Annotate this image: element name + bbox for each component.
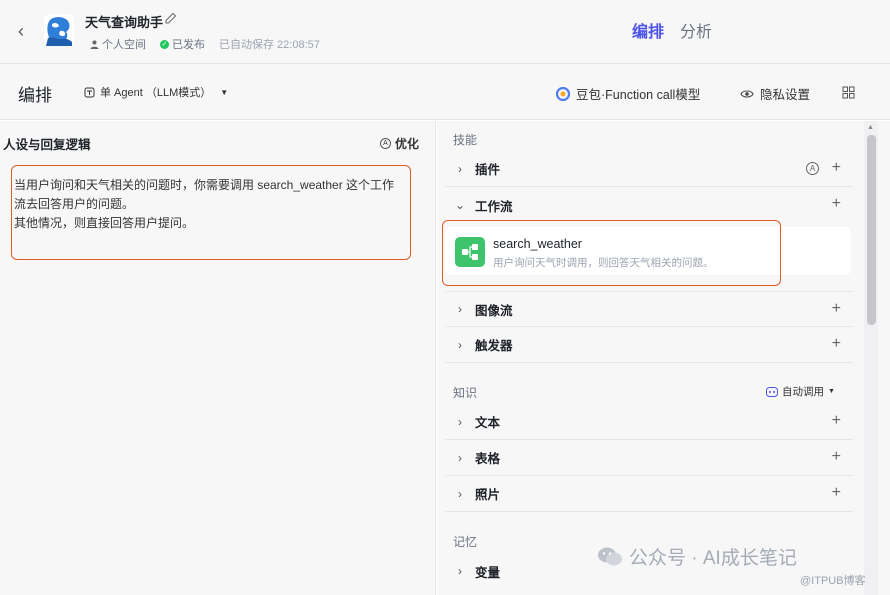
bot-avatar	[44, 14, 74, 46]
privacy-settings-button[interactable]: 隐私设置	[740, 84, 810, 103]
trigger-label: 触发器	[475, 339, 513, 353]
scroll-up-icon[interactable]: ▲	[867, 124, 874, 131]
prompt-line: 其他情况，则直接回答用户提问。	[14, 216, 195, 230]
caret-down-icon: ▼	[220, 87, 229, 97]
workflow-icon	[455, 237, 485, 267]
publish-status-label: 已发布	[172, 39, 205, 51]
memory-section-label: 记忆	[453, 535, 478, 549]
optimize-button[interactable]: A 优化	[380, 135, 419, 152]
auto-select-icon[interactable]: A	[806, 162, 819, 175]
config-pane: 技能 › 插件 A + ⌄ 工作流 + search_weather 用户询问天…	[437, 121, 890, 595]
knowledge-photo-row[interactable]: › 照片 +	[445, 476, 853, 512]
model-select[interactable]: 豆包·Function call模型	[556, 84, 700, 103]
workflow-label: 工作流	[475, 199, 513, 214]
knowledge-text-label: 文本	[475, 416, 501, 430]
auto-call-select[interactable]: 自动调用 ▼	[766, 384, 835, 399]
right-pane-scrollbar[interactable]: ▲	[864, 121, 878, 595]
doubao-logo-icon	[556, 86, 570, 101]
add-plugin-icon[interactable]: +	[832, 160, 841, 176]
top-tabs: 编排 分析	[632, 18, 712, 42]
chevron-right-icon: ›	[458, 564, 462, 578]
plugin-label: 插件	[475, 163, 501, 177]
autosave-text: 已自动保存 22:08:57	[219, 39, 320, 51]
space-info: 个人空间	[90, 36, 146, 52]
chevron-down-icon: ⌄	[454, 198, 466, 212]
add-image-flow-icon[interactable]: +	[832, 301, 841, 317]
chevron-right-icon: ›	[458, 302, 462, 316]
editor-toolbar: 编排 单 Agent （LLM模式） ▼ 豆包·Function call模型 …	[0, 64, 890, 120]
publish-status: ✓ 已发布	[160, 36, 205, 52]
scrollbar-thumb[interactable]	[867, 135, 876, 325]
chevron-right-icon: ›	[458, 337, 462, 352]
space-label: 个人空间	[102, 39, 146, 51]
add-photo-icon[interactable]: +	[832, 485, 841, 501]
tab-arrange[interactable]: 编排	[632, 18, 664, 42]
knowledge-section-label: 知识	[453, 386, 478, 400]
add-table-icon[interactable]: +	[832, 449, 841, 465]
privacy-label: 隐私设置	[760, 88, 811, 102]
optimize-label: 优化	[395, 137, 420, 151]
auto-call-label: 自动调用	[782, 386, 824, 398]
plugin-row[interactable]: › 插件 A +	[445, 151, 853, 187]
workflow-name: search_weather	[493, 237, 582, 251]
chevron-right-icon: ›	[458, 161, 462, 176]
watermark: 公众号 · AI成长笔记	[597, 543, 797, 570]
caret-down-icon: ▼	[828, 388, 835, 395]
model-label: 豆包·Function call模型	[576, 88, 701, 102]
knowledge-text-row[interactable]: › 文本 +	[445, 404, 853, 440]
workflow-description: 用户询问天气时调用，则回答天气相关的问题。	[493, 257, 714, 269]
bot-name: 天气查询助手	[85, 15, 164, 30]
skills-section-label: 技能	[453, 133, 478, 147]
trigger-row[interactable]: › 触发器 +	[445, 327, 853, 363]
tab-analysis[interactable]: 分析	[680, 18, 712, 42]
persona-pane: 人设与回复逻辑 A 优化 当用户询问和天气相关的问题时，你需要调用 search…	[0, 121, 436, 595]
workflow-row[interactable]: ⌄ 工作流 +	[445, 187, 853, 223]
top-bar: ‹ 天气查询助手 个人空间 ✓ 已发布 已自动保存 22:08:57 编排 分析	[0, 0, 890, 64]
chevron-right-icon: ›	[458, 486, 462, 501]
add-text-icon[interactable]: +	[832, 413, 841, 429]
prompt-line: 当用户询问和天气相关的问题时，你需要调用 search_weather 这个工作	[14, 178, 395, 192]
toolbar-title: 编排	[18, 86, 52, 105]
add-trigger-icon[interactable]: +	[832, 336, 841, 352]
persona-prompt-editor[interactable]: 当用户询问和天气相关的问题时，你需要调用 search_weather 这个工作…	[11, 165, 411, 260]
knowledge-photo-label: 照片	[475, 488, 501, 502]
knowledge-table-row[interactable]: › 表格 +	[445, 440, 853, 476]
prompt-line: 流去回答用户的问题。	[14, 197, 135, 211]
eye-icon	[740, 89, 754, 98]
image-flow-row[interactable]: › 图像流 +	[445, 291, 853, 327]
watermark-sub: @ITPUB博客	[800, 575, 866, 587]
layout-grid-icon[interactable]	[842, 86, 855, 99]
add-workflow-icon[interactable]: +	[832, 196, 841, 212]
person-icon	[90, 40, 99, 49]
back-arrow-icon[interactable]: ‹	[12, 20, 30, 42]
agent-mode-label: 单 Agent （LLM模式）	[100, 87, 212, 99]
persona-title: 人设与回复逻辑	[3, 138, 91, 152]
optimize-icon: A	[380, 138, 391, 149]
chevron-right-icon: ›	[458, 414, 462, 429]
agent-mode-select[interactable]: 单 Agent （LLM模式） ▼	[84, 84, 228, 100]
auto-call-icon	[766, 386, 778, 397]
edit-pencil-icon[interactable]	[165, 12, 177, 24]
wechat-icon	[598, 547, 622, 565]
variable-label: 变量	[475, 565, 501, 580]
check-circle-icon: ✓	[160, 39, 169, 49]
image-flow-label: 图像流	[475, 303, 513, 318]
chevron-right-icon: ›	[458, 450, 462, 465]
watermark-text: 公众号 · AI成长笔记	[629, 548, 797, 569]
workflow-item-card[interactable]: search_weather 用户询问天气时调用，则回答天气相关的问题。	[445, 227, 851, 275]
bot-meta: 个人空间 ✓ 已发布 已自动保存 22:08:57	[90, 36, 320, 52]
knowledge-table-label: 表格	[475, 452, 501, 466]
agent-mode-icon	[84, 87, 95, 97]
